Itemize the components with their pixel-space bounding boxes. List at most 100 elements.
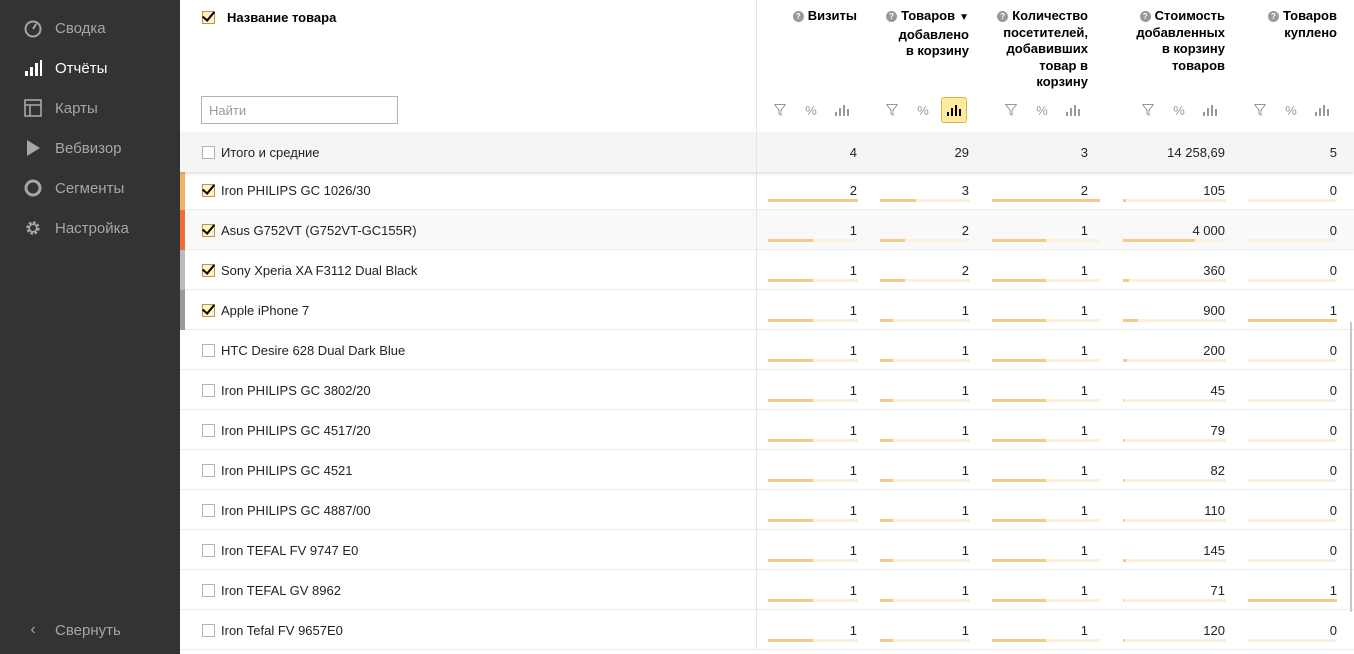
table-row[interactable]: Iron PHILIPS GC 4887/00 1 1 1 110 0 [180,490,1354,530]
percent-icon[interactable]: % [910,97,936,123]
bar-chart-icon[interactable] [829,97,855,123]
sidebar-item-label: Сводка [55,19,106,37]
sidebar-item-1[interactable]: Отчёты [22,56,107,80]
value-bar-track [992,519,1100,522]
sidebar-item-5[interactable]: Настройка [22,216,129,240]
select-all-checkbox[interactable] [202,11,215,24]
sidebar-item-0[interactable]: Сводка [22,16,106,40]
name-column-header[interactable]: Название товара [202,10,336,25]
help-icon[interactable]: ? [1268,11,1279,22]
row-checkbox[interactable] [202,464,215,477]
value-bar-track [1123,199,1226,202]
row-checkbox[interactable] [202,584,215,597]
cell-value: 1 [1080,463,1088,478]
filter-icon[interactable] [879,97,905,123]
help-icon[interactable]: ? [1139,11,1151,22]
table-row[interactable]: Asus G752VT (G752VT-GC155R) 1 2 1 4 000 0 [180,210,1354,250]
product-name[interactable]: HTC Desire 628 Dual Dark Blue [221,343,405,358]
cell-value: 1 [849,463,857,478]
table-row[interactable]: Iron TEFAL GV 8962 1 1 1 71 1 [180,570,1354,610]
value-bar-fill [880,519,893,522]
row-checkbox[interactable] [202,544,215,557]
product-name[interactable]: Apple iPhone 7 [221,303,309,318]
filter-icon[interactable] [998,97,1024,123]
sidebar-item-2[interactable]: Карты [22,96,98,120]
value-bar-track [880,319,970,322]
value-bar-track [880,559,970,562]
filter-icon[interactable] [1135,97,1161,123]
percent-icon[interactable]: % [798,97,824,123]
table-row[interactable]: Iron PHILIPS GC 4521 1 1 1 82 0 [180,450,1354,490]
table-row[interactable]: Iron PHILIPS GC 3802/20 1 1 1 45 0 [180,370,1354,410]
value-bar-fill [992,519,1046,522]
bar-chart-icon[interactable] [941,97,967,123]
cell-value: 1 [1080,383,1088,398]
product-name[interactable]: Iron Tefal FV 9657E0 [221,623,343,638]
table-row[interactable]: Iron TEFAL FV 9747 E0 1 1 1 145 0 [180,530,1354,570]
value-bar-track [768,519,858,522]
cell-value: 1 [849,543,857,558]
row-checkbox[interactable] [202,504,215,517]
column-header-3[interactable]: ? Стоимость добавленных в корзину товаров [1110,8,1225,74]
totals-checkbox[interactable] [202,146,215,159]
row-checkbox[interactable] [202,224,215,237]
value-bar-track [880,239,970,242]
bar-chart-icon[interactable] [1060,97,1086,123]
column-header-2[interactable]: ? Количество посетителей, добавивших товар в… [973,8,1088,91]
product-name[interactable]: Iron PHILIPS GC 1026/30 [221,183,371,198]
row-checkbox[interactable] [202,424,215,437]
value-bar-fill [992,479,1046,482]
sort-desc-icon[interactable]: ▼ [959,12,969,23]
cell-value: 1 [849,423,857,438]
product-name[interactable]: Iron PHILIPS GC 4517/20 [221,423,371,438]
cell-value: 1 [849,383,857,398]
percent-icon[interactable]: % [1029,97,1055,123]
column-title-line: добавивших [1006,41,1089,56]
table-row[interactable]: Iron Tefal FV 9657E0 1 1 1 120 0 [180,610,1354,650]
bar-chart-icon[interactable] [1309,97,1335,123]
row-checkbox[interactable] [202,264,215,277]
scrollbar-thumb[interactable] [1350,322,1352,612]
column-separator [756,410,757,450]
cell-value: 1 [1080,423,1088,438]
collapse-button[interactable]: ‹ Свернуть [22,618,120,642]
table-row[interactable]: HTC Desire 628 Dual Dark Blue 1 1 1 200 0 [180,330,1354,370]
cell-value: 1 [961,343,969,358]
product-name[interactable]: Sony Xperia XA F3112 Dual Black [221,263,417,278]
row-checkbox[interactable] [202,344,215,357]
sidebar-item-4[interactable]: Сегменты [22,176,124,200]
product-name[interactable]: Iron PHILIPS GC 3802/20 [221,383,371,398]
sidebar-item-3[interactable]: Вебвизор [22,136,122,160]
product-name[interactable]: Iron PHILIPS GC 4521 [221,463,353,478]
cell-value: 1 [849,263,857,278]
value-bar-fill [1123,319,1138,322]
totals-label: Итого и средние [221,145,320,160]
row-checkbox[interactable] [202,384,215,397]
table-row[interactable]: Iron PHILIPS GC 4517/20 1 1 1 79 0 [180,410,1354,450]
value-bar-fill [1123,399,1124,402]
bar-chart-icon[interactable] [1197,97,1223,123]
cell-value: 0 [1329,263,1337,278]
help-icon[interactable]: ? [886,11,898,22]
help-icon[interactable]: ? [792,11,804,22]
table-row[interactable]: Sony Xperia XA F3112 Dual Black 1 2 1 360 0 [180,250,1354,290]
row-checkbox[interactable] [202,184,215,197]
filter-icon[interactable] [767,97,793,123]
table-row[interactable]: Apple iPhone 7 1 1 1 900 1 [180,290,1354,330]
filter-icon[interactable] [1247,97,1273,123]
percent-icon[interactable]: % [1278,97,1304,123]
product-name[interactable]: Iron TEFAL FV 9747 E0 [221,543,358,558]
product-name[interactable]: Asus G752VT (G752VT-GC155R) [221,223,417,238]
column-header-1[interactable]: ? Товаров ▼ добавлено в корзину [869,8,969,60]
product-name[interactable]: Iron PHILIPS GC 4887/00 [221,503,371,518]
cell-value: 0 [1329,343,1337,358]
column-header-0[interactable]: ? Визиты [757,8,857,25]
product-name[interactable]: Iron TEFAL GV 8962 [221,583,341,598]
row-checkbox[interactable] [202,304,215,317]
column-header-4[interactable]: ? Товаров куплено [1237,8,1337,41]
row-checkbox[interactable] [202,624,215,637]
search-input[interactable] [201,96,398,124]
percent-icon[interactable]: % [1166,97,1192,123]
help-icon[interactable]: ? [997,11,1009,22]
table-row[interactable]: Iron PHILIPS GC 1026/30 2 3 2 105 0 [180,170,1354,210]
